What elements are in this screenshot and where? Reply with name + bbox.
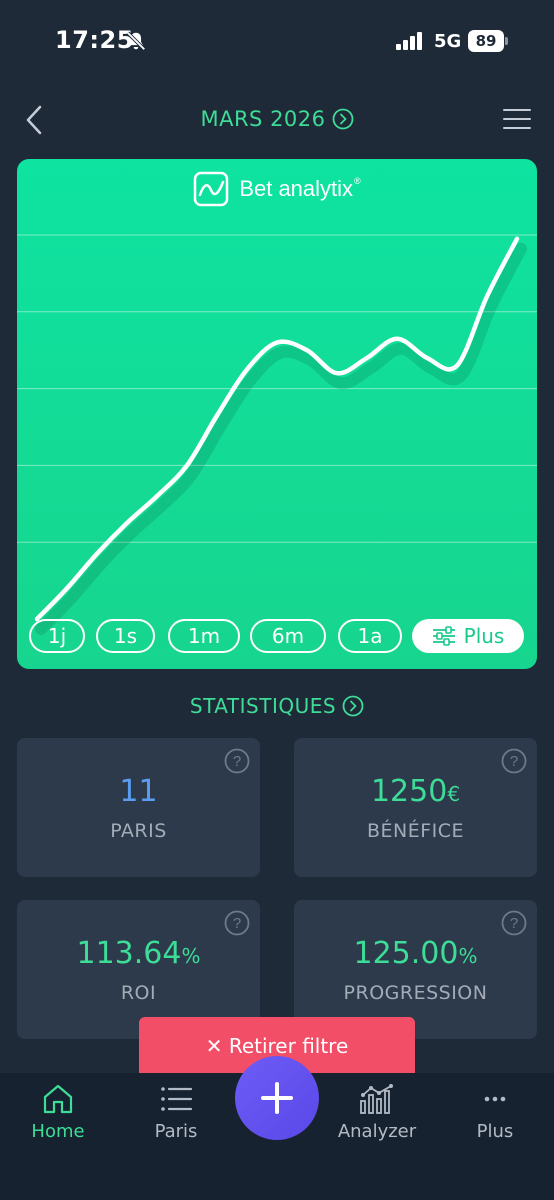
header: MARS 2026 <box>0 95 554 145</box>
chart-line-shadow <box>35 242 527 635</box>
svg-text:?: ? <box>510 753 518 770</box>
period-1d-button[interactable]: 1j <box>29 619 85 653</box>
chevron-right-circle-icon <box>332 108 353 130</box>
status-time: 17:25 <box>55 26 134 54</box>
signal-icon <box>396 32 422 50</box>
nav-home[interactable]: Home <box>3 1083 113 1163</box>
period-1w-button[interactable]: 1s <box>96 619 155 653</box>
svg-text:?: ? <box>233 915 241 932</box>
stats-title-link[interactable]: STATISTIQUES <box>0 692 554 718</box>
status-bar: 17:25 5G 89 <box>0 0 554 80</box>
svg-text:?: ? <box>510 915 518 932</box>
bell-muted-icon <box>126 31 146 51</box>
stat-card-profit: ? 1250€ BÉNÉFICE <box>294 738 537 877</box>
sliders-icon <box>432 626 455 646</box>
help-icon[interactable]: ? <box>501 910 527 936</box>
brand: Bet analytix® <box>17 171 537 211</box>
stat-unit: € <box>447 782 461 806</box>
nav-label: Paris <box>154 1121 198 1142</box>
stat-number: 11 <box>119 774 158 809</box>
add-bet-button[interactable] <box>235 1056 319 1140</box>
period-1y-button[interactable]: 1a <box>338 619 402 653</box>
stat-value: 1250€ <box>294 774 537 809</box>
help-icon[interactable]: ? <box>224 748 250 774</box>
stat-label: PARIS <box>110 820 167 842</box>
help-icon[interactable]: ? <box>501 748 527 774</box>
menu-button[interactable] <box>502 107 532 131</box>
more-filters-button[interactable]: Plus <box>412 619 524 653</box>
stat-unit: % <box>181 944 201 968</box>
nav-more[interactable]: Plus <box>440 1083 550 1163</box>
brand-name: Bet analytix® <box>239 176 360 202</box>
battery-icon: 89 <box>468 30 508 52</box>
home-icon <box>43 1084 73 1114</box>
chart-card: Bet analytix® 1j 1s 1m 6m 1a Plus <box>17 159 537 669</box>
brand-text: Bet analytix <box>239 176 354 201</box>
stat-label: ROI <box>120 982 157 1004</box>
period-selector: 1j 1s 1m 6m 1a Plus <box>29 619 529 655</box>
battery-level: 89 <box>468 30 504 52</box>
month-selector[interactable]: MARS 2026 <box>0 106 554 131</box>
svg-text:?: ? <box>233 753 241 770</box>
registered-mark: ® <box>354 176 361 186</box>
profit-chart <box>17 234 537 635</box>
stats-title: STATISTIQUES <box>189 693 337 718</box>
stat-unit: % <box>458 944 478 968</box>
nav-label: Analyzer <box>337 1121 417 1142</box>
chevron-right-circle-icon <box>342 695 364 716</box>
period-1m-button[interactable]: 1m <box>168 619 240 653</box>
help-icon[interactable]: ? <box>224 910 250 936</box>
network-type: 5G <box>434 31 462 52</box>
battery-tip <box>505 37 508 45</box>
stat-value: 125.00% <box>294 936 537 971</box>
bet-analytix-logo-icon <box>194 171 229 207</box>
plus-icon <box>261 1082 293 1114</box>
stat-number: 1250 <box>370 774 448 809</box>
more-filters-label: Plus <box>463 624 505 648</box>
bar-chart-icon <box>360 1084 393 1114</box>
nav-label: Plus <box>476 1121 514 1142</box>
stat-card-bets: ? 11 PARIS <box>17 738 260 877</box>
stat-label: BÉNÉFICE <box>366 820 465 842</box>
nav-label: Home <box>31 1121 85 1142</box>
stat-value: 11 <box>17 774 260 809</box>
stat-value: 113.64% <box>17 936 260 971</box>
more-icon <box>484 1096 506 1102</box>
list-icon <box>161 1087 193 1111</box>
month-title: MARS 2026 <box>200 107 326 131</box>
stat-number: 113.64 <box>76 936 182 971</box>
nav-bets[interactable]: Paris <box>121 1083 231 1163</box>
chart-grid <box>17 234 537 543</box>
stat-label: PROGRESSION <box>343 982 488 1004</box>
stat-number: 125.00 <box>353 936 459 971</box>
period-6m-button[interactable]: 6m <box>250 619 326 653</box>
nav-analyzer[interactable]: Analyzer <box>322 1083 432 1163</box>
